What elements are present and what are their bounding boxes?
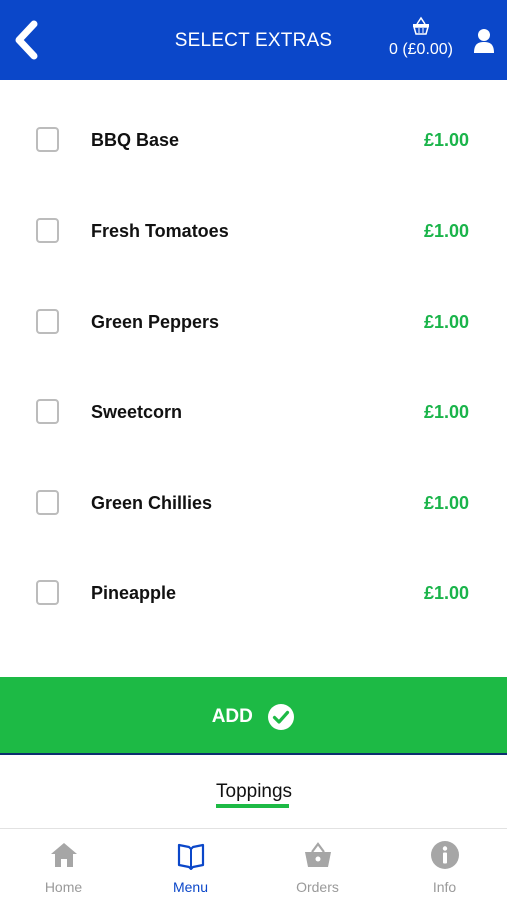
menu-book-icon	[177, 843, 204, 870]
info-icon	[430, 841, 459, 869]
extra-name: Pineapple	[91, 583, 177, 603]
check-circle-icon	[268, 704, 295, 730]
home-icon	[50, 843, 77, 867]
extra-item-fresh-tomatoes[interactable]: Fresh Tomatoes £1.00	[0, 179, 507, 269]
category-bar: Toppings	[0, 757, 507, 829]
nav-label: Orders	[296, 879, 339, 895]
extra-price: £1.00	[423, 312, 469, 332]
extra-item-pineapple[interactable]: Pineapple £1.00	[0, 541, 507, 631]
basket-summary: 0 (£0.00)	[388, 41, 454, 58]
extra-item-bbq-base[interactable]: BBQ Base £1.00	[0, 88, 507, 178]
extra-name: BBQ Base	[91, 130, 180, 150]
active-tab-indicator	[216, 804, 289, 808]
nav-item-home[interactable]: Home	[0, 830, 127, 900]
extra-checkbox[interactable]	[36, 580, 59, 605]
extra-price: £1.00	[423, 221, 469, 241]
nav-item-info[interactable]: Info	[381, 830, 507, 900]
extra-checkbox[interactable]	[36, 309, 59, 334]
extra-item-sweetcorn[interactable]: Sweetcorn £1.00	[0, 360, 507, 450]
nav-item-orders[interactable]: Orders	[254, 830, 381, 900]
extra-item-green-chillies[interactable]: Green Chillies £1.00	[0, 451, 507, 541]
bottom-nav: Home Menu Orders Info	[0, 830, 507, 900]
extra-price: £1.00	[423, 130, 469, 150]
extra-checkbox[interactable]	[36, 127, 59, 152]
extra-price: £1.00	[423, 583, 469, 603]
basket-icon	[304, 842, 331, 867]
add-button-content: ADD	[0, 703, 507, 733]
basket-icon	[413, 16, 429, 35]
extra-price: £1.00	[423, 493, 469, 513]
add-button-label: ADD	[211, 706, 253, 727]
extra-name: Green Chillies	[91, 493, 213, 513]
extra-name: Fresh Tomatoes	[91, 221, 229, 241]
basket-button[interactable]: 0 (£0.00)	[388, 16, 454, 64]
tab-toppings[interactable]: Toppings	[216, 781, 292, 803]
app-header: SELECT EXTRAS 0 (£0.00)	[0, 0, 507, 80]
extra-name: Green Peppers	[91, 312, 220, 332]
extra-price: £1.00	[423, 402, 469, 422]
nav-label: Home	[44, 879, 83, 895]
add-button[interactable]: ADD	[0, 677, 507, 755]
extra-checkbox[interactable]	[36, 218, 59, 243]
extra-checkbox[interactable]	[36, 399, 59, 424]
extra-name: Sweetcorn	[91, 402, 183, 422]
nav-label: Menu	[172, 879, 209, 895]
extra-checkbox[interactable]	[36, 490, 59, 515]
account-button[interactable]	[473, 28, 495, 54]
nav-item-menu[interactable]: Menu	[127, 830, 254, 900]
extra-item-green-peppers[interactable]: Green Peppers £1.00	[0, 270, 507, 360]
user-icon	[474, 29, 494, 53]
nav-label: Info	[432, 879, 457, 895]
